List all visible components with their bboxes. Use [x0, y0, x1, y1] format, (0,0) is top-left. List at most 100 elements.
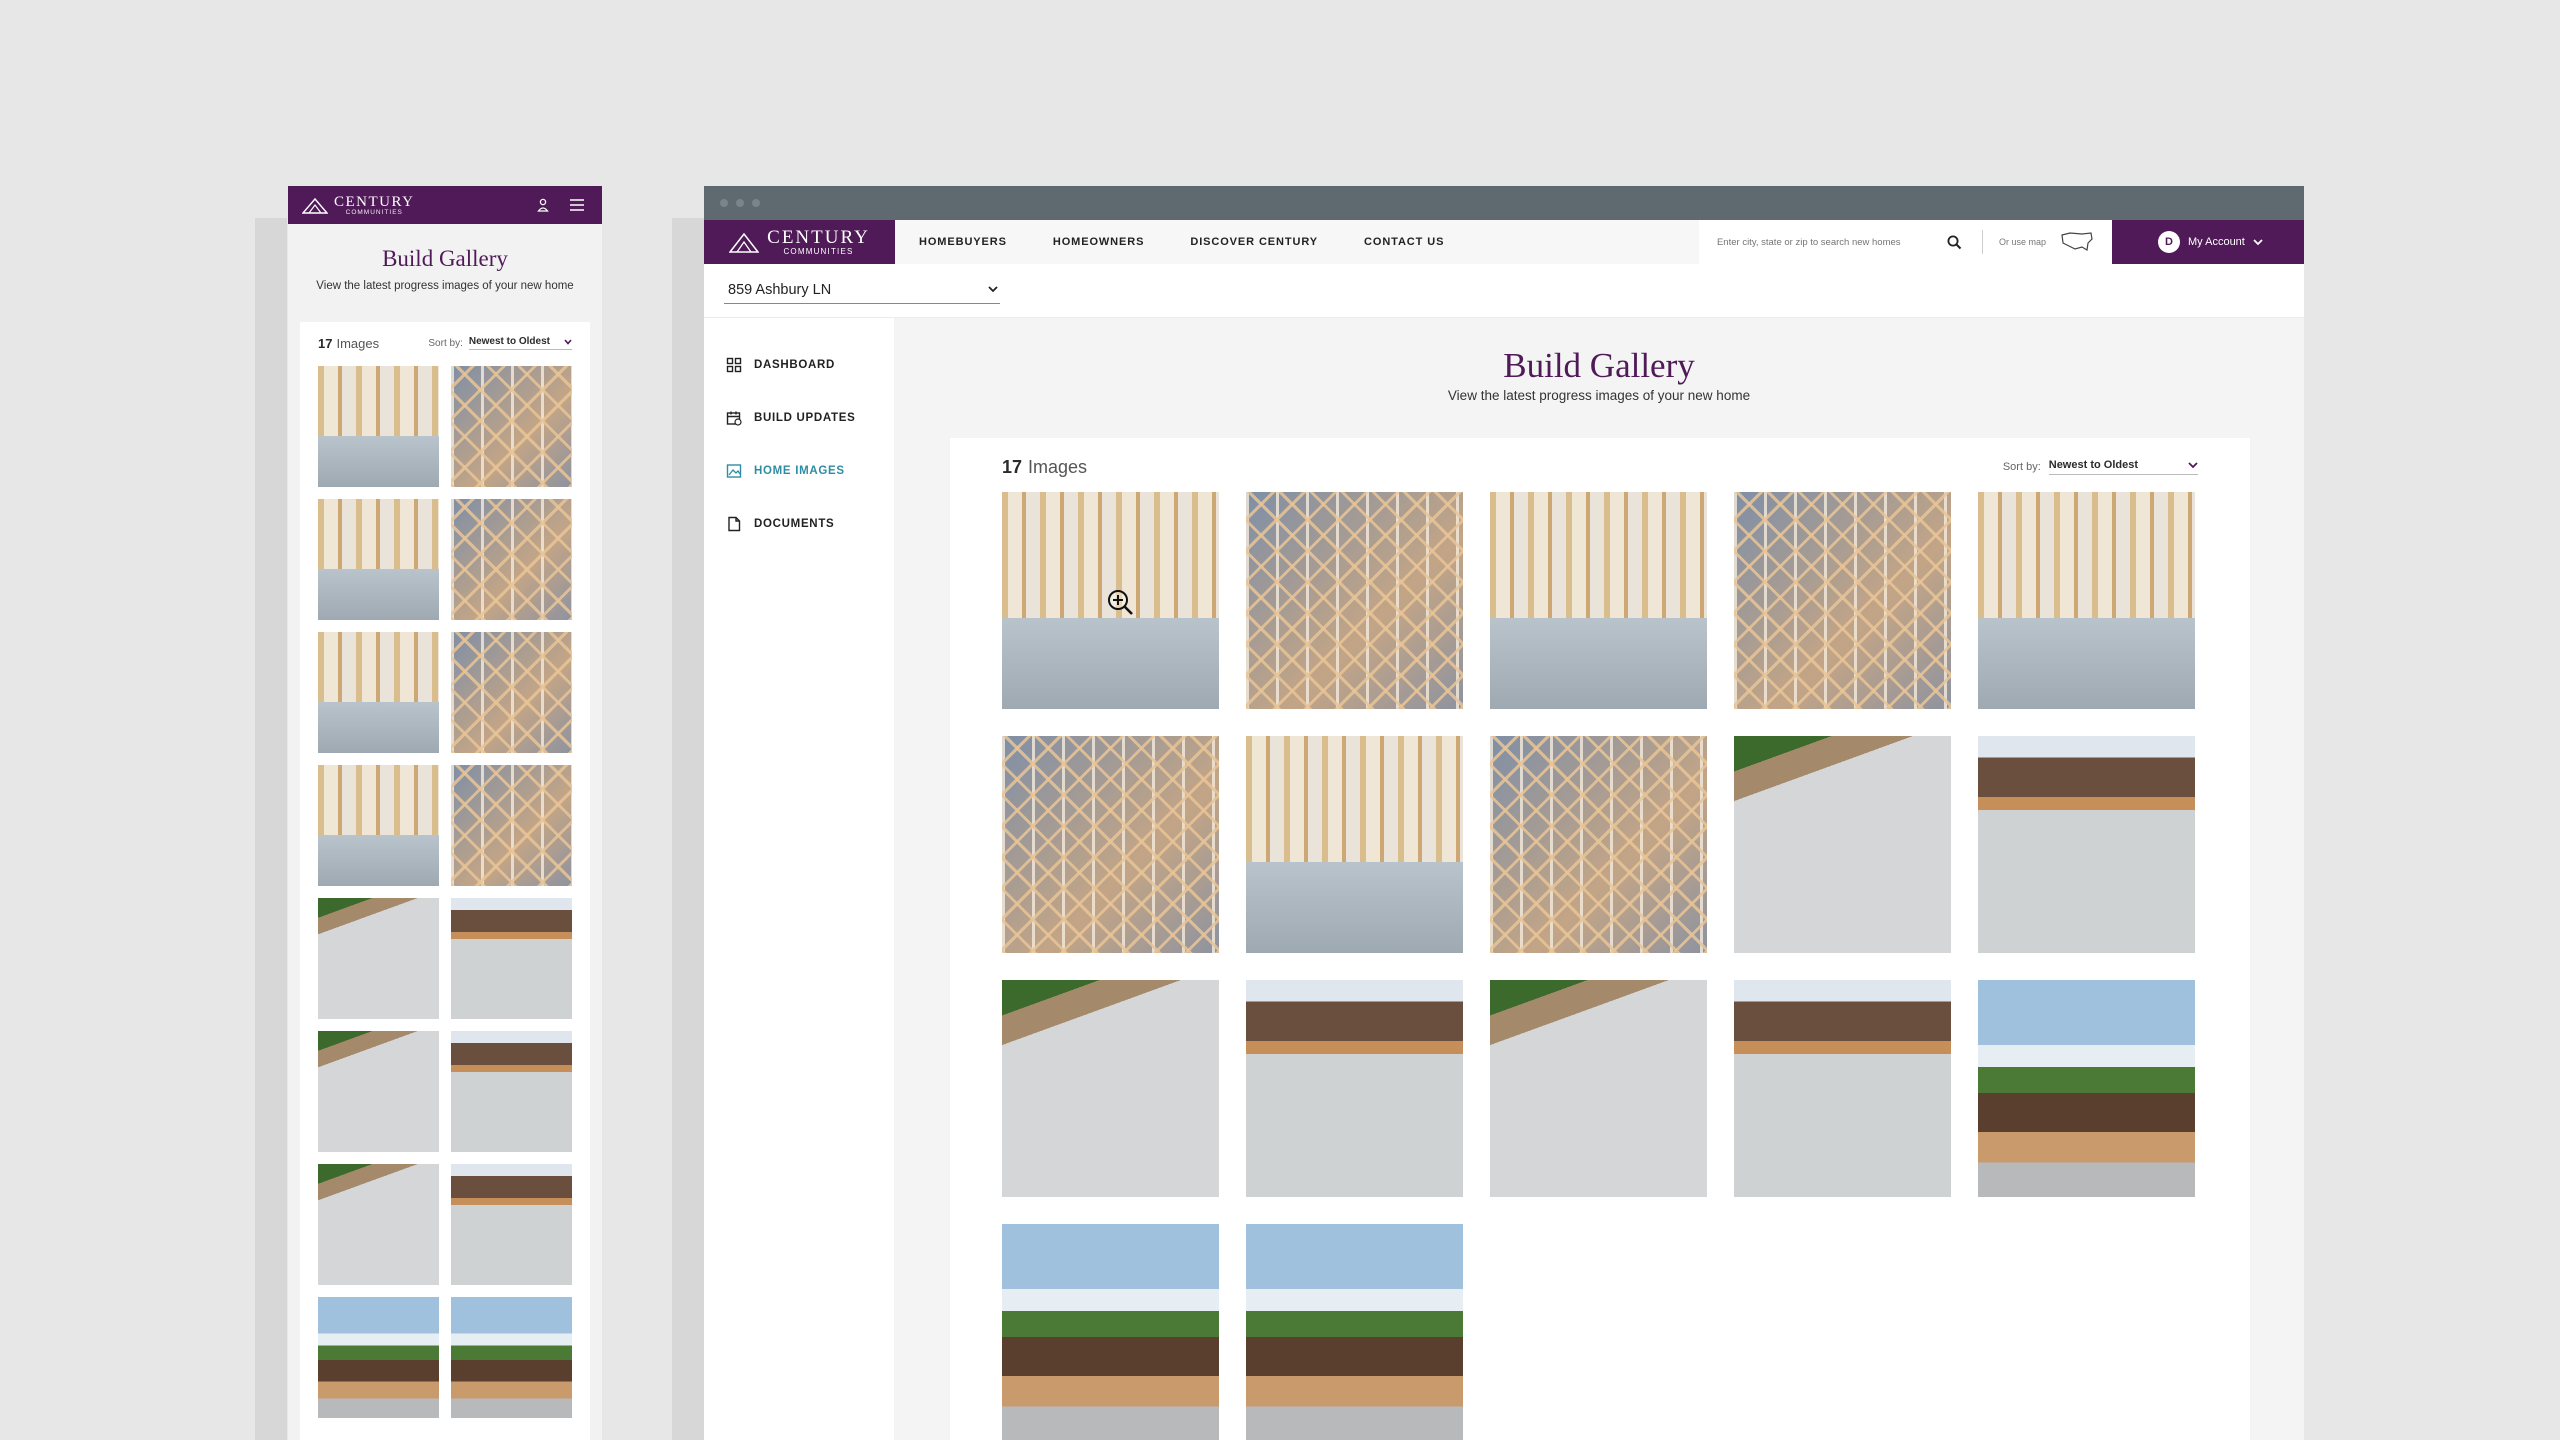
gallery-thumbnail[interactable]	[1978, 980, 2195, 1197]
window-maximize-dot[interactable]	[752, 199, 760, 207]
brand-tagline: COMMUNITIES	[345, 208, 403, 216]
gallery-thumbnail[interactable]	[1734, 980, 1951, 1197]
search-input[interactable]	[1716, 236, 1947, 248]
desktop-shadow	[672, 218, 704, 1440]
mobile-sort-select[interactable]: Newest to Oldest	[468, 336, 572, 350]
gallery-thumbnail[interactable]	[1002, 492, 1219, 709]
mobile-image-count: 17	[318, 335, 333, 351]
brand-name: CENTURY	[767, 226, 870, 248]
mobile-page-title: Build Gallery	[382, 246, 508, 271]
mobile-gallery-thumbnail[interactable]	[451, 765, 572, 886]
gallery-thumbnail[interactable]	[1002, 1224, 1219, 1440]
nav-link-homebuyers[interactable]: HOMEBUYERS	[919, 236, 1007, 248]
desktop-browser-mockup: CENTURY COMMUNITIES HOMEBUYERS HOMEOWNER…	[704, 186, 2304, 1440]
mobile-logo[interactable]: CENTURY COMMUNITIES	[302, 193, 415, 216]
mobile-gallery-thumbnail[interactable]	[451, 1297, 572, 1418]
page-title: Build Gallery	[1503, 346, 1695, 385]
century-logo-icon	[729, 232, 760, 253]
top-nav: CENTURY COMMUNITIES HOMEBUYERS HOMEOWNER…	[704, 220, 2304, 264]
mobile-page-subtitle: View the latest progress images of your …	[316, 280, 574, 292]
gallery-thumbnail[interactable]	[1490, 736, 1707, 953]
mobile-sort-label: Sort by:	[428, 337, 463, 349]
image-count-label: Images	[1028, 456, 1088, 477]
sidebar-item-label: HOME IMAGES	[754, 464, 845, 477]
address-select[interactable]: 859 Ashbury LN	[724, 278, 1000, 304]
brand-tagline: COMMUNITIES	[783, 246, 854, 256]
map-search-label: Or use map	[1998, 237, 2046, 247]
mobile-gallery-thumbnail[interactable]	[318, 765, 439, 886]
chevron-down-icon	[988, 286, 998, 293]
sort-value: Newest to Oldest	[2048, 459, 2138, 471]
account-icon[interactable]	[530, 192, 556, 218]
mobile-gallery-card: 17 Images Sort by: Newest to Oldest	[300, 322, 590, 1440]
sort-label: Sort by:	[2002, 461, 2041, 473]
nav-link-homeowners[interactable]: HOMEOWNERS	[1053, 236, 1145, 248]
gallery-thumbnail[interactable]	[1734, 492, 1951, 709]
gallery-thumbnail[interactable]	[1002, 980, 1219, 1197]
brand-name: CENTURY	[334, 193, 415, 210]
account-label: My Account	[2188, 236, 2245, 248]
mobile-gallery-thumbnail[interactable]	[451, 1164, 572, 1285]
image-icon	[726, 463, 742, 478]
mobile-gallery-thumbnail[interactable]	[451, 1031, 572, 1152]
sidebar-item-build-updates[interactable]: BUILD UPDATES	[704, 391, 894, 444]
desktop-logo[interactable]: CENTURY COMMUNITIES	[704, 220, 895, 264]
mobile-header: CENTURY COMMUNITIES	[288, 186, 602, 224]
mobile-gallery-thumbnail[interactable]	[318, 632, 439, 753]
sidebar-item-label: DASHBOARD	[754, 358, 836, 371]
sort-select[interactable]: Newest to Oldest	[2048, 459, 2198, 475]
mobile-gallery-thumbnail[interactable]	[451, 632, 572, 753]
gallery-thumbnail[interactable]	[1490, 492, 1707, 709]
calendar-icon	[726, 411, 742, 426]
account-menu[interactable]: D My Account	[2112, 220, 2304, 264]
address-value: 859 Ashbury LN	[728, 281, 832, 298]
gallery-thumbnail[interactable]	[1490, 980, 1707, 1197]
mobile-sort-value: Newest to Oldest	[468, 336, 550, 347]
mobile-gallery-toolbar: 17 Images Sort by: Newest to Oldest	[300, 326, 590, 360]
avatar: D	[2158, 231, 2180, 253]
sidebar-item-documents[interactable]: DOCUMENTS	[704, 497, 894, 550]
mobile-gallery-thumbnail[interactable]	[318, 1297, 439, 1418]
hamburger-menu-icon[interactable]	[564, 192, 590, 218]
mobile-mockup: CENTURY COMMUNITIES Build Gallery View t…	[288, 186, 602, 1440]
chevron-down-icon	[2188, 461, 2198, 468]
mobile-gallery-thumbnail[interactable]	[318, 366, 439, 487]
gallery-thumbnail[interactable]	[1734, 736, 1951, 953]
mobile-image-count-label: Images	[336, 335, 380, 351]
gallery-thumbnail[interactable]	[1246, 736, 1463, 953]
mobile-gallery-thumbnail[interactable]	[318, 499, 439, 620]
gallery-thumbnail[interactable]	[1002, 736, 1219, 953]
page-subtitle: View the latest progress images of your …	[1447, 388, 1751, 403]
gallery-thumbnail[interactable]	[1246, 492, 1463, 709]
nav-link-discover-century[interactable]: DISCOVER CENTURY	[1190, 236, 1318, 248]
sidebar-item-home-images[interactable]: HOME IMAGES	[704, 444, 894, 497]
chevron-down-icon	[564, 338, 572, 345]
window-minimize-dot[interactable]	[736, 199, 744, 207]
dashboard-icon	[726, 357, 742, 372]
mobile-gallery-thumbnail[interactable]	[318, 1164, 439, 1285]
gallery-thumbnail[interactable]	[1978, 492, 2195, 709]
sidebar-item-label: BUILD UPDATES	[754, 411, 856, 424]
gallery-card: 17 Images Sort by: Newest to Oldest	[950, 438, 2250, 1440]
sidebar-item-dashboard[interactable]: DASHBOARD	[704, 338, 894, 391]
image-count: 17	[1002, 456, 1023, 477]
us-map-icon[interactable]	[2060, 231, 2094, 253]
mobile-gallery-thumbnail[interactable]	[451, 898, 572, 1019]
image-grid	[1002, 492, 2195, 1440]
mobile-shadow	[255, 218, 287, 1440]
mobile-gallery-thumbnail[interactable]	[318, 1031, 439, 1152]
gallery-thumbnail[interactable]	[1246, 1224, 1463, 1440]
search-icon[interactable]	[1947, 235, 1962, 250]
gallery-toolbar: 17 Images Sort by: Newest to Oldest	[1002, 452, 2198, 482]
sidebar: DASHBOARD BUILD UPDATES HOME IMAGES DOCU…	[704, 318, 894, 1440]
nav-link-contact-us[interactable]: CONTACT US	[1364, 236, 1444, 248]
mobile-gallery-thumbnail[interactable]	[451, 366, 572, 487]
address-bar: 859 Ashbury LN	[704, 264, 2304, 318]
window-close-dot[interactable]	[720, 199, 728, 207]
mobile-gallery-thumbnail[interactable]	[451, 499, 572, 620]
gallery-thumbnail[interactable]	[1246, 980, 1463, 1197]
mobile-gallery-thumbnail[interactable]	[318, 898, 439, 1019]
browser-chrome	[704, 186, 2304, 220]
gallery-thumbnail[interactable]	[1978, 736, 2195, 953]
document-icon	[728, 516, 741, 531]
